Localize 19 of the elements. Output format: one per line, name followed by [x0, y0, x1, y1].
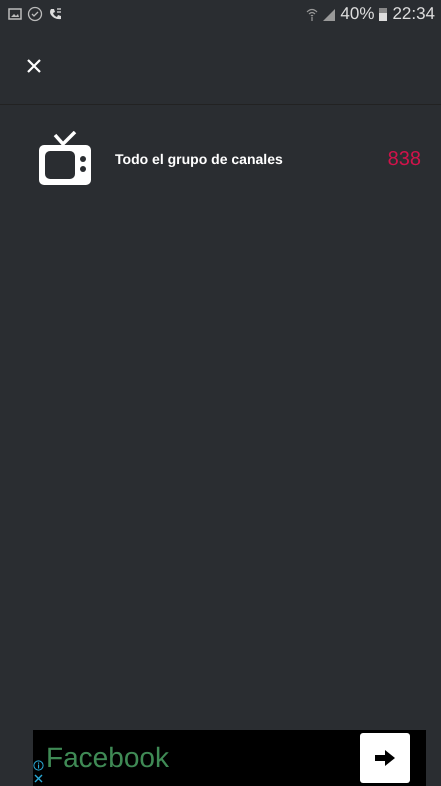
- arrow-icon: [374, 749, 396, 767]
- gallery-icon: [8, 8, 22, 20]
- channel-count: 838: [388, 148, 421, 170]
- tv-icon: [37, 131, 93, 187]
- wifi-icon: [306, 7, 318, 21]
- arrow-button[interactable]: [360, 733, 410, 783]
- check-circle-icon: [27, 6, 43, 22]
- close-icon: [26, 58, 42, 74]
- channel-group-item[interactable]: Todo el grupo de canales 838: [0, 129, 441, 189]
- ad-headline: Facebook: [46, 742, 170, 774]
- info-icon[interactable]: [33, 760, 44, 771]
- signal-icon: [323, 7, 336, 21]
- phone-icon: [48, 6, 63, 22]
- close-icon[interactable]: [33, 773, 44, 784]
- battery-percent: 40%: [340, 4, 374, 24]
- group-name: Todo el grupo de canales: [115, 151, 284, 167]
- clock-time: 22:34: [392, 4, 435, 24]
- ad-banner[interactable]: Facebook: [33, 730, 426, 786]
- battery-icon: [379, 7, 388, 21]
